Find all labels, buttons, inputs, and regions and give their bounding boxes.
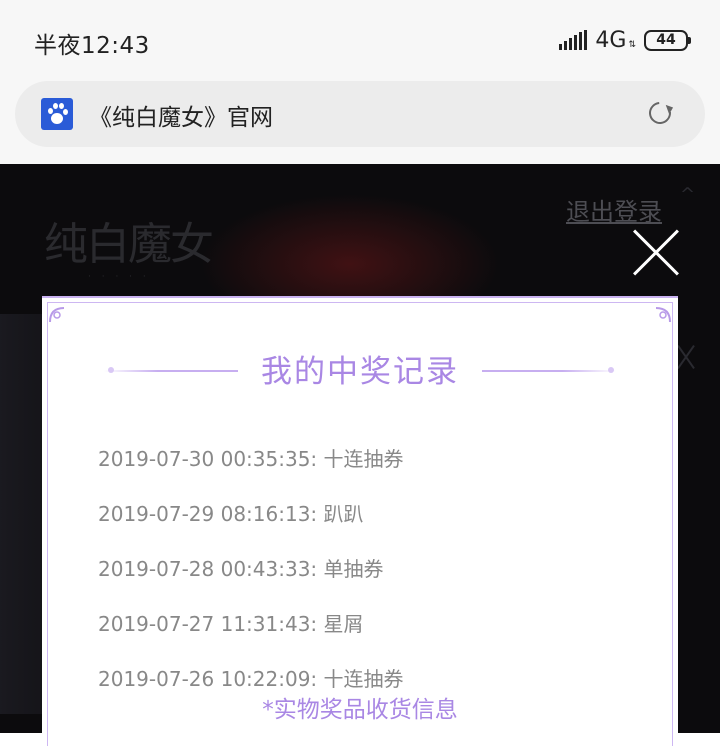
list-item: 2019-07-29 08:16:13: 趴趴 — [98, 502, 364, 526]
game-logo: 纯白魔女 — [44, 219, 214, 270]
network-type: 4G — [595, 27, 627, 53]
battery-icon: 44 — [644, 29, 691, 51]
corner-ornament-icon — [49, 307, 65, 323]
title-divider-right — [482, 370, 616, 372]
status-time: 半夜12:43 — [34, 33, 150, 59]
data-activity-icon: ⇅ — [628, 40, 636, 50]
status-indicators: 4G ⇅ 44 — [559, 26, 691, 54]
chevron-up-icon: ^ — [680, 184, 696, 205]
list-item: 2019-07-30 00:35:35: 十连抽券 — [98, 447, 404, 471]
reload-icon[interactable] — [644, 97, 676, 129]
shipping-info-link[interactable]: *实物奖品收货信息 — [42, 690, 678, 724]
modal-title: 我的中奖记录 — [261, 354, 459, 390]
title-divider-dot — [608, 367, 614, 373]
list-item: 2019-07-26 10:22:09: 十连抽券 — [98, 667, 404, 690]
status-bar: 半夜12:43 4G ⇅ 44 — [0, 0, 720, 80]
prize-record-list[interactable]: 2019-07-30 00:35:35: 十连抽券 2019-07-29 08:… — [98, 444, 618, 690]
address-bar[interactable]: 《纯白魔女》官网 — [15, 81, 705, 147]
modal-header: 我的中奖记录 — [42, 346, 678, 392]
list-item: 2019-07-27 11:31:43: 星屑 — [98, 612, 364, 636]
prize-record-modal: 我的中奖记录 2019-07-30 00:35:35: 十连抽券 2019-07… — [42, 296, 678, 746]
baidu-paw-icon — [41, 98, 73, 130]
game-logo-subline: · · · · · — [88, 272, 150, 282]
logout-link[interactable]: 退出登录 — [566, 192, 662, 227]
list-item: 2019-07-28 00:43:33: 单抽券 — [98, 557, 384, 581]
corner-ornament-icon — [655, 307, 671, 323]
signal-icon — [559, 30, 588, 50]
page-title: 《纯白魔女》官网 — [89, 105, 273, 131]
browser-toolbar: 《纯白魔女》官网 — [0, 80, 720, 164]
close-icon[interactable] — [632, 229, 678, 275]
